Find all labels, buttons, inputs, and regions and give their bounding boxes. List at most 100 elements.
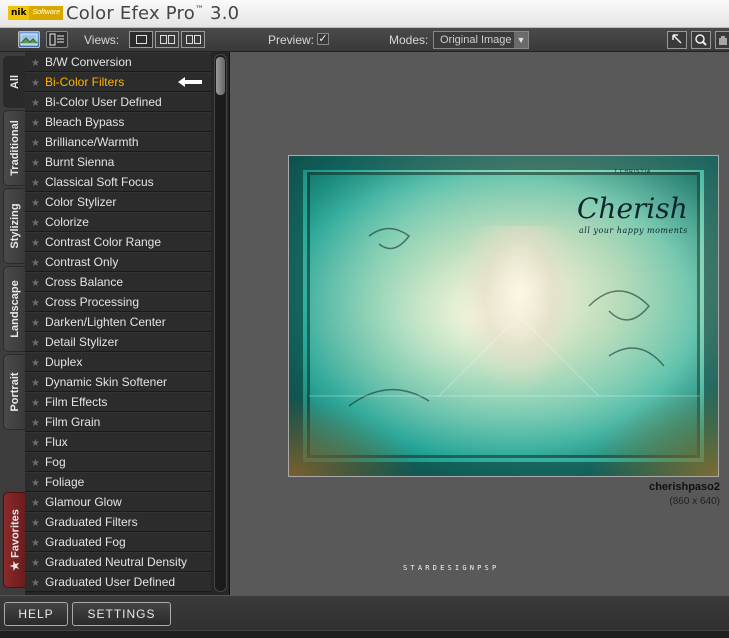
filter-item-label: Film Effects (44, 395, 108, 409)
nik-software-logo: nik Software (8, 6, 64, 20)
favorite-star-icon[interactable]: ★ (31, 418, 40, 429)
filter-item[interactable]: ★ Foliage (25, 472, 211, 492)
tab-stylizing[interactable]: Stylizing (3, 188, 25, 264)
filter-item-label: Color Stylizer (44, 195, 117, 209)
filter-item[interactable]: ★ Color Stylizer (25, 192, 211, 212)
favorite-star-icon[interactable]: ★ (31, 518, 40, 529)
favorite-star-icon[interactable]: ★ (31, 458, 40, 469)
filter-item[interactable]: ★ Graduated Filters (25, 512, 211, 532)
image-name: cherishpaso2 (649, 481, 720, 493)
filter-item[interactable]: ★ Classical Soft Focus (25, 172, 211, 192)
favorite-star-icon[interactable]: ★ (31, 218, 40, 229)
favorite-star-icon[interactable]: ★ (31, 578, 40, 589)
filter-item[interactable]: ★ Graduated Fog (25, 532, 211, 552)
filter-item-label: Film Grain (44, 415, 101, 429)
filter-item-label: Bleach Bypass (44, 115, 125, 129)
view-side-by-side-button[interactable] (181, 31, 205, 48)
filter-item[interactable]: ★ Film Grain (25, 412, 211, 432)
filter-item-label: Glamour Glow (44, 495, 122, 509)
filter-item[interactable]: ★ Darken/Lighten Center (25, 312, 211, 332)
favorite-star-icon[interactable]: ★ (31, 178, 40, 189)
favorite-star-icon[interactable]: ★ (31, 478, 40, 489)
filter-item[interactable]: ★ Contrast Color Range (25, 232, 211, 252)
tab-traditional[interactable]: Traditional (3, 110, 25, 186)
trademark: ™ (194, 5, 205, 15)
favorite-star-icon[interactable]: ★ (31, 138, 40, 149)
image-stamp-text: T.CHRISTIA (614, 169, 652, 175)
favorite-star-icon[interactable]: ★ (31, 538, 40, 549)
filter-item[interactable]: ★ Film Effects (25, 392, 211, 412)
scrollbar-thumb[interactable] (216, 57, 225, 95)
single-image-view-icon[interactable] (18, 31, 40, 48)
view-single-button[interactable] (129, 31, 153, 48)
filter-item[interactable]: ★ Fog (25, 452, 211, 472)
filter-item[interactable]: ★ Flux (25, 432, 211, 452)
filter-item[interactable]: ★ Bi-Color User Defined (25, 92, 211, 112)
tab-portrait[interactable]: Portrait (3, 354, 25, 430)
view-split-button[interactable] (155, 31, 179, 48)
modes-select[interactable]: Original Image ▼ (433, 31, 529, 49)
filter-item[interactable]: ★ Graduated User Defined (25, 572, 211, 592)
favorite-star-icon[interactable]: ★ (31, 398, 40, 409)
image-title-text: Cherish (577, 192, 688, 225)
preview-checkbox[interactable]: ✓ (317, 33, 329, 45)
settings-button[interactable]: SETTINGS (72, 602, 171, 626)
hand-icon[interactable] (715, 31, 729, 49)
tab-all-label: All (8, 74, 21, 90)
favorite-star-icon[interactable]: ★ (31, 358, 40, 369)
filter-item[interactable]: ★ Glamour Glow (25, 492, 211, 512)
filter-item-label: Contrast Only (44, 255, 119, 269)
filter-item[interactable]: ★ Contrast Only (25, 252, 211, 272)
filter-list-scrollbar[interactable] (214, 54, 227, 592)
status-strip (0, 630, 729, 638)
filter-item-label: Duplex (44, 355, 83, 369)
filter-item[interactable]: ★ B/W Conversion (25, 52, 211, 72)
image-dimensions: (860 x 640) (669, 496, 720, 507)
filter-item-label: Classical Soft Focus (44, 175, 154, 189)
title-bar: nik Software Color Efex Pro™ 3.0 (0, 0, 729, 28)
favorite-star-icon[interactable]: ★ (31, 238, 40, 249)
filter-item[interactable]: ★ Cross Processing (25, 292, 211, 312)
filter-item-label: Fog (44, 455, 66, 469)
filter-item[interactable]: ★ Bi-Color Filters (25, 72, 211, 92)
favorite-star-icon[interactable]: ★ (31, 338, 40, 349)
filter-item[interactable]: ★ Brilliance/Warmth (25, 132, 211, 152)
list-panel-icon[interactable] (46, 31, 68, 48)
favorite-star-icon[interactable]: ★ (31, 98, 40, 109)
filter-item[interactable]: ★ Bleach Bypass (25, 112, 211, 132)
filter-item[interactable]: ★ Duplex (25, 352, 211, 372)
watermark-text: STARDESIGNPSP (403, 564, 500, 572)
favorite-star-icon[interactable]: ★ (31, 118, 40, 129)
preview-image[interactable]: T.CHRISTIA Cherish all your happy moment… (288, 155, 719, 477)
favorite-star-icon[interactable]: ★ (31, 378, 40, 389)
favorite-star-icon[interactable]: ★ (31, 298, 40, 309)
favorite-star-icon[interactable]: ★ (31, 158, 40, 169)
favorite-star-icon[interactable]: ★ (31, 198, 40, 209)
zoom-icon[interactable] (691, 31, 711, 49)
filter-item[interactable]: ★ Burnt Sienna (25, 152, 211, 172)
favorite-star-icon[interactable]: ★ (31, 318, 40, 329)
tab-landscape[interactable]: Landscape (3, 266, 25, 352)
favorite-star-icon[interactable]: ★ (31, 78, 40, 89)
arrow-left-icon (178, 77, 202, 87)
tab-all[interactable]: All (3, 56, 25, 108)
favorite-star-icon[interactable]: ★ (31, 558, 40, 569)
filter-item-label: Brilliance/Warmth (44, 135, 139, 149)
favorite-star-icon[interactable]: ★ (31, 438, 40, 449)
filter-item[interactable]: ★ Colorize (25, 212, 211, 232)
favorite-star-icon[interactable]: ★ (31, 58, 40, 69)
help-button[interactable]: HELP (4, 602, 68, 626)
pointer-icon[interactable] (667, 31, 687, 49)
favorite-star-icon[interactable]: ★ (31, 278, 40, 289)
filter-item[interactable]: ★ Graduated Neutral Density (25, 552, 211, 572)
filter-item-label: Graduated User Defined (44, 575, 176, 589)
favorite-star-icon[interactable]: ★ (31, 258, 40, 269)
favorite-star-icon[interactable]: ★ (31, 498, 40, 509)
favorites-star-icon: ★ (9, 561, 21, 571)
tab-favorites[interactable]: ★ Favorites (3, 492, 25, 588)
filter-item[interactable]: ★ Detail Stylizer (25, 332, 211, 352)
filter-item-label: Graduated Fog (44, 535, 126, 549)
filter-item-label: Dynamic Skin Softener (44, 375, 168, 389)
filter-item[interactable]: ★ Cross Balance (25, 272, 211, 292)
filter-item[interactable]: ★ Dynamic Skin Softener (25, 372, 211, 392)
